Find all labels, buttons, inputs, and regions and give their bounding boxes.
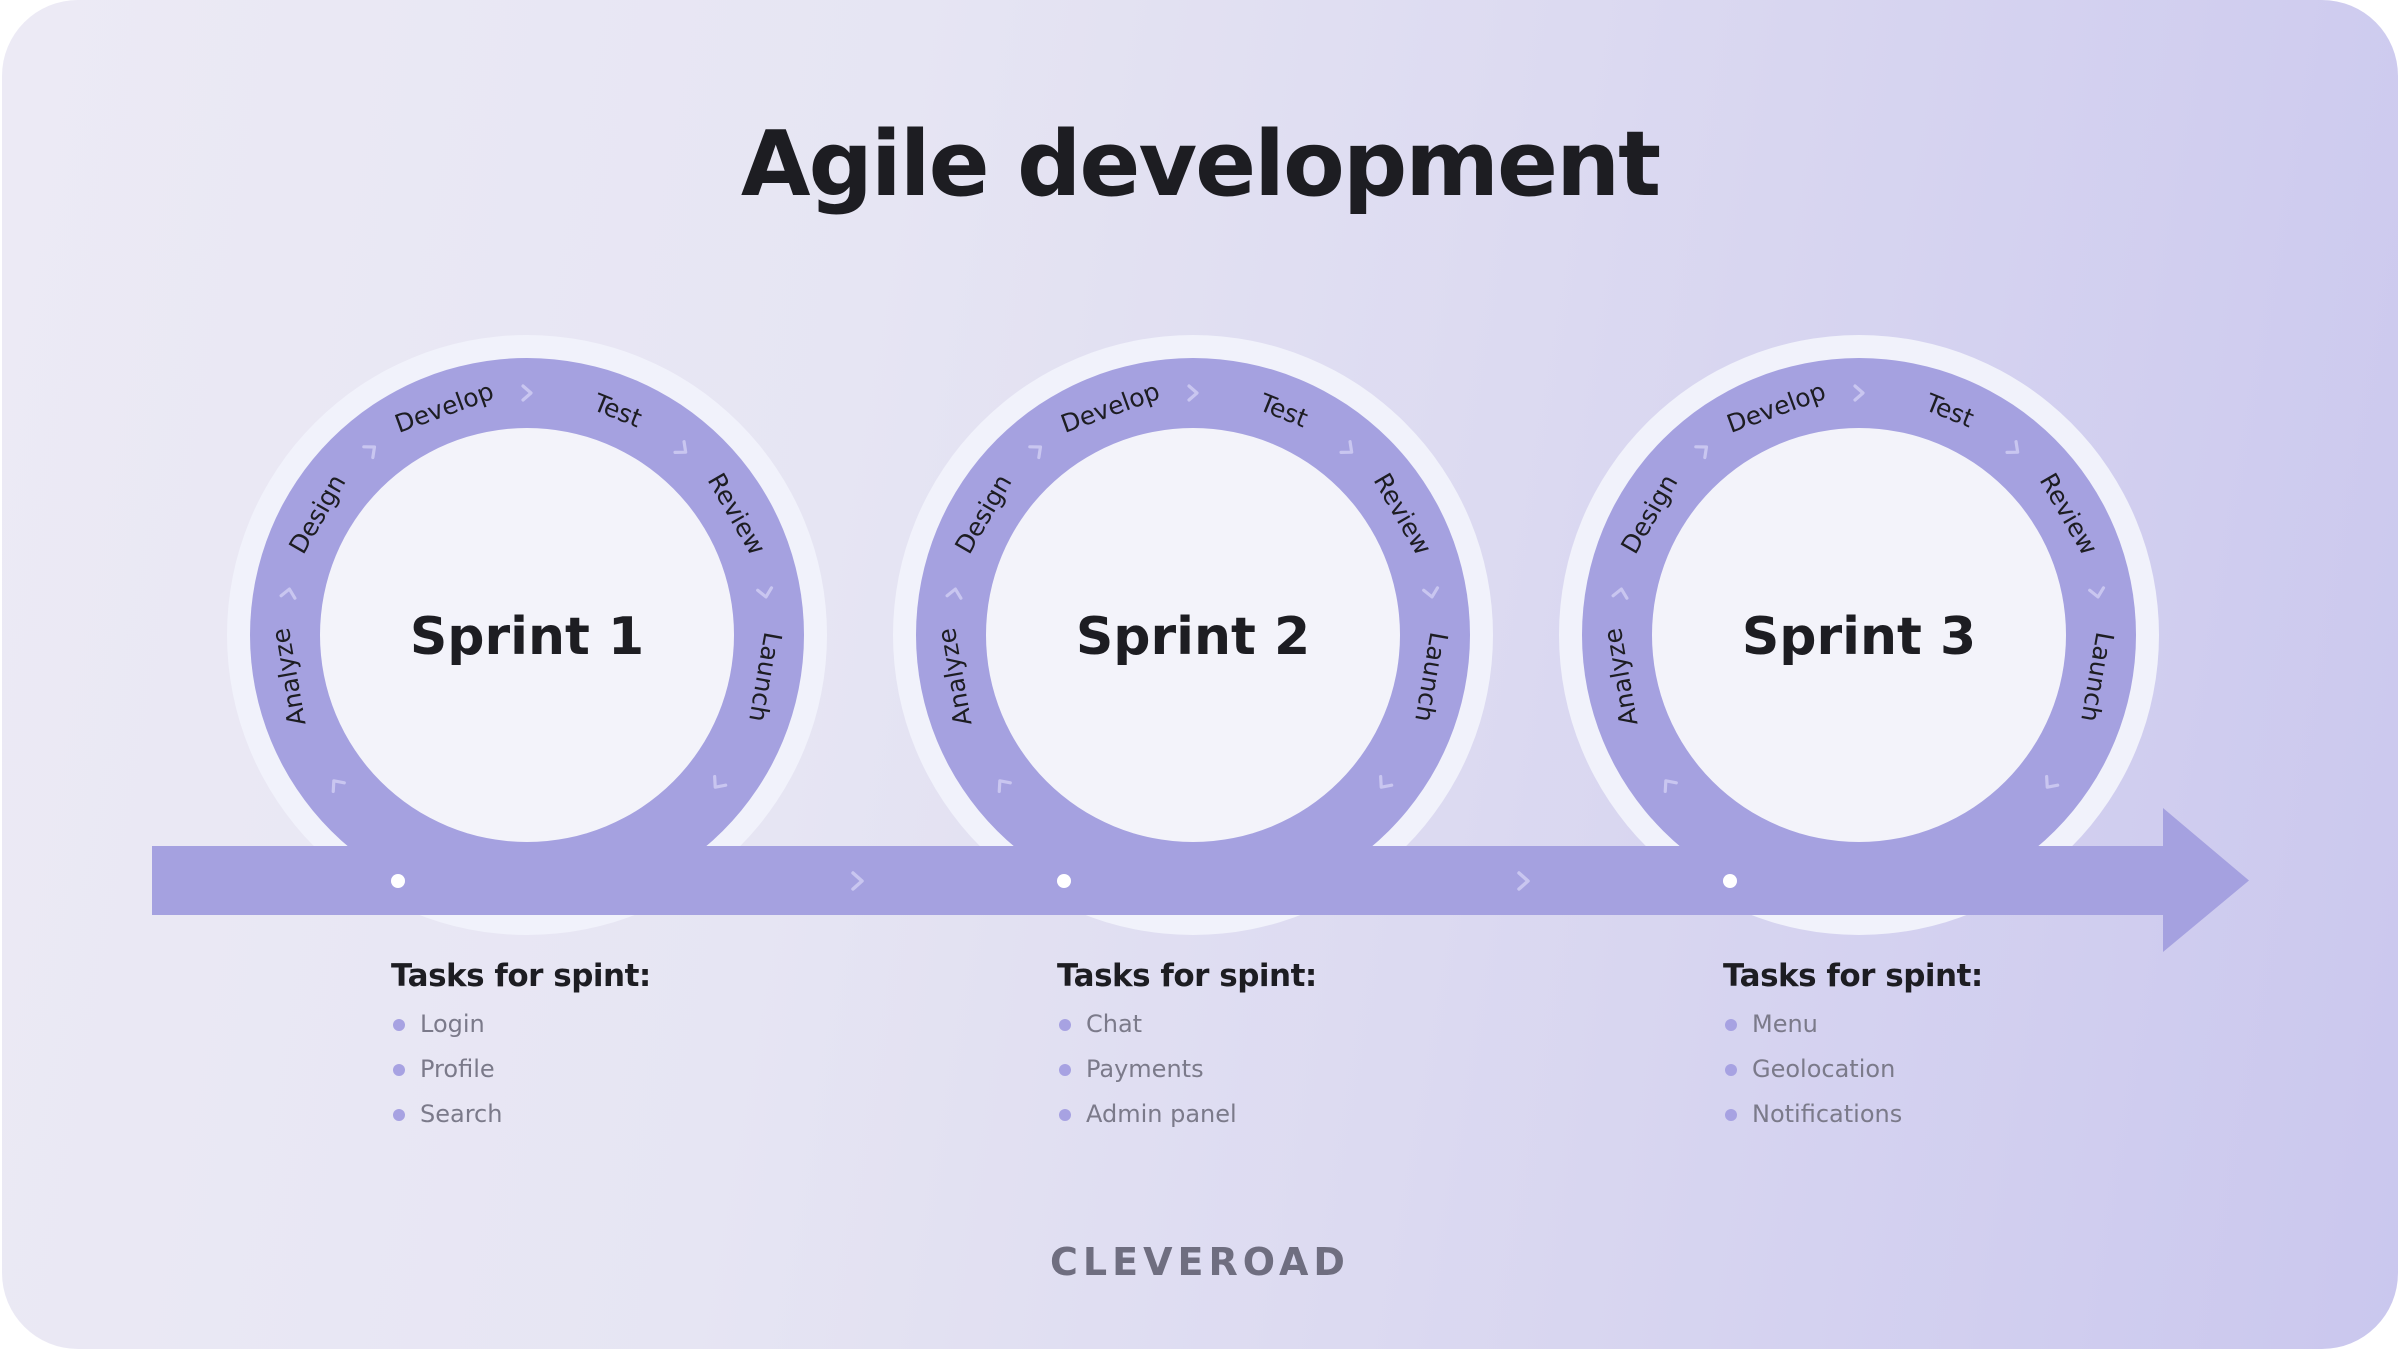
task-list: Chat Payments Admin panel xyxy=(1057,1002,1417,1137)
bullet-icon xyxy=(393,1019,405,1031)
tasks-heading: Tasks for spint: xyxy=(1057,958,1317,994)
task-item: Admin panel xyxy=(1057,1092,1417,1137)
task-item: Notifications xyxy=(1723,1092,2083,1137)
task-item: Chat xyxy=(1057,1002,1417,1047)
tasks-heading: Tasks for spint: xyxy=(1723,958,1983,994)
task-item: Login xyxy=(391,1002,751,1047)
sprint-title: Sprint 1 xyxy=(410,607,644,667)
task-label: Geolocation xyxy=(1752,1055,1896,1083)
dot-icon xyxy=(391,874,405,888)
bullet-icon xyxy=(1059,1019,1071,1031)
task-label: Admin panel xyxy=(1086,1100,1237,1128)
bullet-icon xyxy=(1059,1109,1071,1121)
task-item: Menu xyxy=(1723,1002,2083,1047)
task-item: Geolocation xyxy=(1723,1047,2083,1092)
tasks-heading: Tasks for spint: xyxy=(391,958,651,994)
slide-card: Agile development Sprint 1 Sprint 2 Sprint… xyxy=(2,0,2398,1349)
dot-icon xyxy=(1057,874,1071,888)
sprint-title: Sprint 3 xyxy=(1742,607,1976,667)
task-label: Notifications xyxy=(1752,1100,1903,1128)
task-label: Search xyxy=(420,1100,503,1128)
bullet-icon xyxy=(1059,1064,1071,1076)
task-item: Payments xyxy=(1057,1047,1417,1092)
bullet-icon xyxy=(1725,1064,1737,1076)
task-label: Chat xyxy=(1086,1010,1143,1038)
task-label: Menu xyxy=(1752,1010,1818,1038)
bullet-icon xyxy=(393,1064,405,1076)
sprint-3-tasks: Tasks for spint: Menu Geolocation Notifi… xyxy=(1723,958,2083,1137)
sprint-1-tasks: Tasks for spint: Login Profile Search xyxy=(391,958,751,1137)
task-list: Login Profile Search xyxy=(391,1002,751,1137)
cleveroad-logo: CLEVEROAD xyxy=(1050,1240,1350,1284)
bullet-icon xyxy=(1725,1109,1737,1121)
task-label: Payments xyxy=(1086,1055,1204,1083)
bullet-icon xyxy=(393,1109,405,1121)
task-item: Profile xyxy=(391,1047,751,1092)
task-label: Profile xyxy=(420,1055,495,1083)
task-label: Login xyxy=(420,1010,485,1038)
sprint-title: Sprint 2 xyxy=(1076,607,1310,667)
bullet-icon xyxy=(1725,1019,1737,1031)
task-list: Menu Geolocation Notifications xyxy=(1723,1002,2083,1137)
dot-icon xyxy=(1723,874,1737,888)
task-item: Search xyxy=(391,1092,751,1137)
sprint-2-tasks: Tasks for spint: Chat Payments Admin pan… xyxy=(1057,958,1417,1137)
timeline-diagram: Sprint 1 Sprint 2 Sprint 3AnalyzeDesignDev… xyxy=(152,335,2249,952)
